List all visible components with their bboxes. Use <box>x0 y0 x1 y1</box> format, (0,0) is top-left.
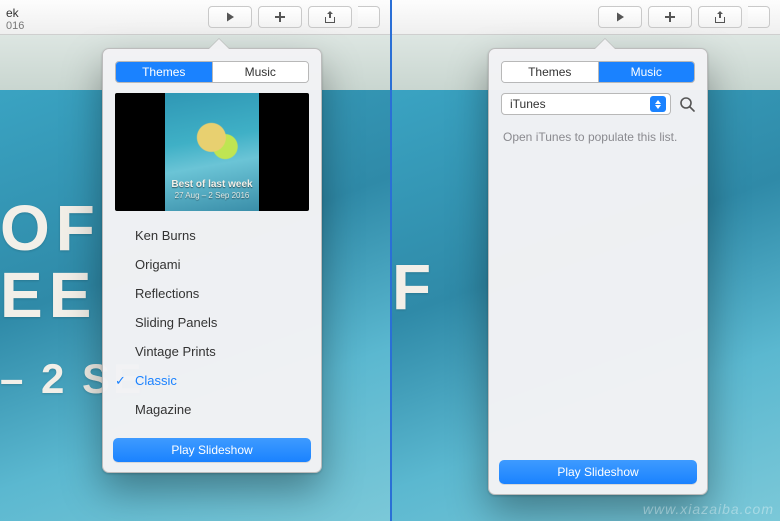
bg-title-line: F <box>392 254 437 321</box>
select-stepper-icon <box>650 96 666 112</box>
slideshow-settings-popover: Themes Music iTunes Open iTunes to popul… <box>488 48 708 495</box>
theme-item-reflections[interactable]: ✓Reflections <box>105 279 319 308</box>
search-icon[interactable] <box>679 96 695 112</box>
theme-item-magazine[interactable]: ✓Magazine <box>105 395 319 424</box>
theme-item-vintage-prints[interactable]: ✓Vintage Prints <box>105 337 319 366</box>
themes-music-segmented-control[interactable]: Themes Music <box>115 61 309 83</box>
preview-photo-subject <box>193 119 239 165</box>
add-toolbar-button[interactable] <box>648 6 692 28</box>
play-icon <box>224 11 236 23</box>
share-icon <box>714 11 726 23</box>
share-toolbar-button[interactable] <box>308 6 352 28</box>
music-source-value: iTunes <box>510 97 650 111</box>
themes-music-segmented-control[interactable]: Themes Music <box>501 61 695 83</box>
window-toolbar <box>392 0 780 35</box>
right-pane: F Themes Music iTunes <box>390 0 780 521</box>
play-slideshow-toolbar-button[interactable] <box>598 6 642 28</box>
music-empty-hint: Open iTunes to populate this list. <box>503 129 693 146</box>
slideshow-settings-popover: Themes Music Best of last week 27 Aug – … <box>102 48 322 473</box>
left-pane: OF EE – 2 SE ek 016 The <box>0 0 390 521</box>
play-icon <box>614 11 626 23</box>
preview-caption: Best of last week 27 Aug – 2 Sep 2016 <box>115 179 309 202</box>
theme-list: ✓Ken Burns ✓Origami ✓Reflections ✓Slidin… <box>105 221 319 424</box>
plus-icon <box>664 11 676 23</box>
window-toolbar: ek 016 <box>0 0 390 35</box>
background-title-text: F <box>392 254 437 321</box>
theme-item-origami[interactable]: ✓Origami <box>105 250 319 279</box>
toolbar-title-fragment: ek 016 <box>0 0 80 34</box>
tab-themes[interactable]: Themes <box>502 62 598 82</box>
preview-subtitle: 27 Aug – 2 Sep 2016 <box>115 191 309 201</box>
share-toolbar-button[interactable] <box>698 6 742 28</box>
toolbar-button-fragment <box>358 6 380 28</box>
share-icon <box>324 11 336 23</box>
theme-item-classic[interactable]: ✓Classic <box>105 366 319 395</box>
toolbar-button-fragment <box>748 6 770 28</box>
tab-music[interactable]: Music <box>212 62 309 82</box>
theme-preview: Best of last week 27 Aug – 2 Sep 2016 <box>115 93 309 211</box>
play-slideshow-button[interactable]: Play Slideshow <box>113 438 311 462</box>
theme-item-ken-burns[interactable]: ✓Ken Burns <box>105 221 319 250</box>
plus-icon <box>274 11 286 23</box>
tab-themes[interactable]: Themes <box>116 62 212 82</box>
tab-music[interactable]: Music <box>598 62 695 82</box>
checkmark-icon: ✓ <box>115 373 126 389</box>
music-source-select[interactable]: iTunes <box>501 93 671 115</box>
music-list-empty <box>489 146 707 446</box>
preview-title: Best of last week <box>115 179 309 192</box>
play-slideshow-button[interactable]: Play Slideshow <box>499 460 697 484</box>
watermark-text: www.xiazaiba.com <box>643 501 774 517</box>
theme-item-sliding-panels[interactable]: ✓Sliding Panels <box>105 308 319 337</box>
add-toolbar-button[interactable] <box>258 6 302 28</box>
play-slideshow-toolbar-button[interactable] <box>208 6 252 28</box>
